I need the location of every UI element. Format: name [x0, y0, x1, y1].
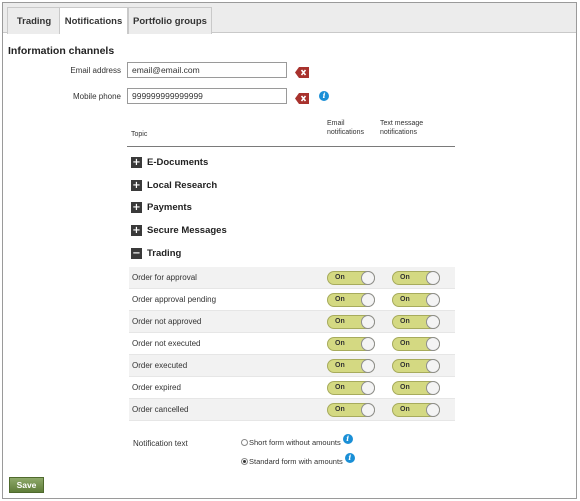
- expand-plus-icon: +: [131, 179, 142, 191]
- sms-toggle[interactable]: On: [392, 381, 440, 395]
- sms-toggle[interactable]: On: [392, 403, 440, 417]
- category-label: Trading: [147, 248, 182, 259]
- table-row: Order approval pending On On: [129, 289, 455, 311]
- notification-settings-panel: Trading Portfolio groups Notifications I…: [2, 2, 577, 499]
- category-local-research[interactable]: + Local Research: [131, 180, 217, 191]
- email-toggle[interactable]: On: [327, 359, 375, 373]
- tab-bar: Trading Portfolio groups Notifications: [3, 3, 576, 34]
- info-icon[interactable]: i: [344, 453, 355, 463]
- row-label: Order not approved: [132, 317, 202, 326]
- row-label: Order not executed: [132, 339, 201, 348]
- radio-label: Short form without amounts: [249, 437, 341, 447]
- expand-plus-icon: +: [131, 156, 142, 168]
- sms-toggle[interactable]: On: [392, 271, 440, 285]
- email-label: Email address: [70, 66, 121, 75]
- radio-button[interactable]: [241, 438, 248, 446]
- save-button[interactable]: Save: [9, 477, 44, 493]
- email-field[interactable]: email@email.com: [127, 62, 287, 78]
- table-row: Order not executed On On: [129, 333, 455, 355]
- table-row: Order not approved On On: [129, 311, 455, 333]
- email-column-header: Email notifications: [327, 120, 364, 136]
- category-label: Local Research: [147, 180, 218, 191]
- row-label: Order for approval: [132, 273, 197, 282]
- clear-email-icon[interactable]: [295, 65, 309, 78]
- row-label: Order cancelled: [132, 405, 189, 414]
- table-row: Order expired On On: [129, 377, 455, 399]
- sms-toggle[interactable]: On: [392, 315, 440, 329]
- category-label: E-Documents: [147, 157, 209, 168]
- tab-trading[interactable]: Trading: [7, 7, 61, 34]
- sms-toggle[interactable]: On: [392, 359, 440, 373]
- category-trading[interactable]: − Trading: [131, 248, 181, 259]
- expand-plus-icon: +: [131, 224, 142, 236]
- section-title: Information channels: [8, 45, 115, 57]
- email-toggle[interactable]: On: [327, 403, 375, 417]
- category-label: Payments: [147, 202, 192, 213]
- header-divider: [127, 146, 455, 147]
- table-row: Order executed On On: [129, 355, 455, 377]
- tab-notifications[interactable]: Notifications: [59, 7, 128, 34]
- row-label: Order approval pending: [132, 295, 217, 304]
- info-icon[interactable]: i: [319, 91, 329, 101]
- category-payments[interactable]: + Payments: [131, 202, 192, 213]
- tab-portfolio-groups[interactable]: Portfolio groups: [128, 7, 212, 34]
- row-label: Order expired: [132, 383, 181, 392]
- table-row: Order cancelled On On: [129, 399, 455, 421]
- radio-standard-form[interactable]: Standard form with amounts i: [241, 453, 355, 466]
- category-secure-messages[interactable]: + Secure Messages: [131, 225, 227, 236]
- info-icon[interactable]: i: [342, 434, 353, 444]
- collapse-minus-icon: −: [131, 247, 142, 259]
- email-toggle[interactable]: On: [327, 315, 375, 329]
- email-toggle[interactable]: On: [327, 271, 375, 285]
- radio-label: Standard form with amounts: [249, 456, 343, 466]
- sms-column-header: Text message notifications: [380, 120, 424, 136]
- expand-plus-icon: +: [131, 201, 142, 213]
- radio-short-form[interactable]: Short form without amounts i: [241, 434, 353, 447]
- topic-column-header: Topic: [131, 131, 148, 138]
- email-toggle[interactable]: On: [327, 337, 375, 351]
- category-e-documents[interactable]: + E-Documents: [131, 157, 208, 168]
- notification-text-label: Notification text: [133, 439, 188, 448]
- email-toggle[interactable]: On: [327, 381, 375, 395]
- mobile-label: Mobile phone: [72, 92, 121, 101]
- radio-button[interactable]: [241, 457, 248, 465]
- sms-toggle[interactable]: On: [392, 293, 440, 307]
- mobile-phone-field[interactable]: 999999999999999: [127, 88, 287, 104]
- row-label: Order executed: [132, 361, 188, 370]
- email-toggle[interactable]: On: [327, 293, 375, 307]
- category-label: Secure Messages: [147, 225, 227, 236]
- sms-toggle[interactable]: On: [392, 337, 440, 351]
- clear-mobile-icon[interactable]: [295, 91, 309, 104]
- table-row: Order for approval On On: [129, 267, 455, 289]
